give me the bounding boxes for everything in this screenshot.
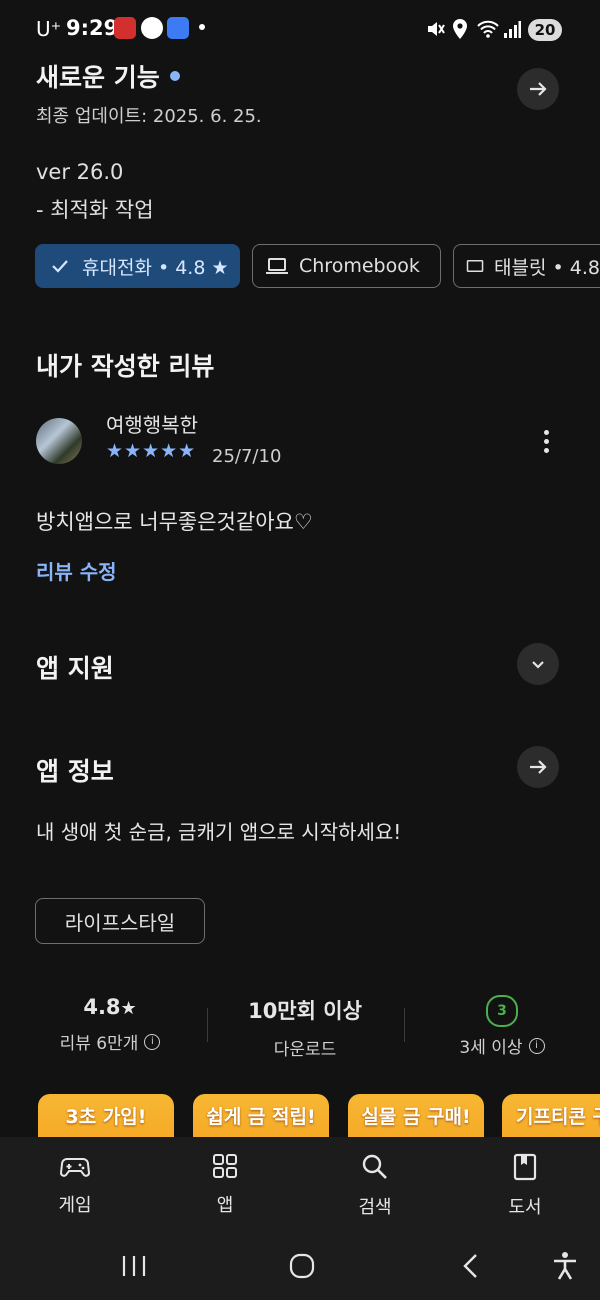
banner-text: 3초 가입!: [65, 1106, 147, 1128]
wifi-icon: [477, 20, 499, 38]
rating-stat: 4.8★ 리뷰 6만개 i: [30, 995, 190, 1054]
location-icon: [453, 19, 467, 39]
laptop-icon: [266, 258, 288, 274]
last-updated: 최종 업데이트: 2025. 6. 25.: [36, 106, 262, 127]
downloads-stat: 10만회 이상 다운로드: [225, 995, 385, 1060]
check-icon: [52, 260, 68, 273]
my-review-title: 내가 작성한 리뷰: [36, 352, 215, 381]
stat-divider: [207, 1008, 208, 1042]
system-navigation-bar: [0, 1236, 600, 1300]
whats-new-arrow-button[interactable]: [517, 68, 559, 110]
app-notification-icon: [141, 17, 163, 39]
banner-text: 기프티콘 구: [516, 1106, 600, 1128]
chevron-down-icon: [532, 661, 544, 669]
stat-divider: [404, 1008, 405, 1042]
nav-books[interactable]: 도서: [465, 1153, 585, 1219]
chip-phone-label: 휴대전화 • 4.8 ★: [82, 256, 229, 279]
status-bar: U⁺ 9:29 20: [0, 0, 600, 60]
banner-text: 실물 금 구매!: [361, 1106, 471, 1128]
more-vert-icon: [543, 438, 549, 444]
app-notification-icon: [114, 17, 136, 39]
chip-tablet[interactable]: 태블릿 • 4.8: [453, 244, 600, 288]
recent-apps-icon[interactable]: [120, 1254, 148, 1278]
carrier-label: U⁺: [36, 17, 62, 41]
banner-text: 쉽게 금 적립!: [206, 1106, 316, 1128]
apps-grid-icon: [213, 1154, 237, 1178]
review-stars: ★★★★★: [106, 440, 197, 462]
more-vert-icon: [543, 447, 549, 453]
book-icon: [513, 1153, 537, 1181]
age-rating-badge-icon: 3: [486, 995, 518, 1027]
more-notifications-dot-icon: [199, 24, 205, 30]
whats-new-section: 새로운 기능 최종 업데이트: 2025. 6. 25. ver 26.0 - …: [36, 58, 262, 224]
app-support-expand-button[interactable]: [517, 643, 559, 685]
review-text: 방치앱으로 너무좋은것같아요♡: [36, 510, 313, 534]
star-icon: ★: [120, 998, 137, 1019]
battery-indicator: 20: [528, 19, 562, 41]
category-chip[interactable]: 라이프스타일: [35, 898, 205, 944]
nav-search[interactable]: 검색: [315, 1153, 435, 1219]
version-text: ver 26.0: [36, 160, 124, 184]
app-support-title[interactable]: 앱 지원: [36, 649, 114, 685]
downloads-label: 다운로드: [273, 1040, 337, 1060]
accessibility-icon[interactable]: [552, 1251, 578, 1281]
more-vert-icon: [543, 429, 549, 435]
downloads-value: 10만회 이상: [248, 999, 362, 1023]
arrow-right-icon: [530, 760, 547, 774]
mute-icon: [428, 22, 445, 36]
app-info-arrow-button[interactable]: [517, 746, 559, 788]
age-rating-label: 3세 이상: [459, 1038, 523, 1058]
search-icon: [362, 1154, 387, 1179]
nav-games[interactable]: 게임: [15, 1155, 135, 1217]
clock: 9:29: [66, 16, 119, 40]
tablet-icon: [466, 259, 484, 273]
review-author: 여행행복한: [106, 413, 198, 437]
nav-books-label: 도서: [508, 1197, 542, 1218]
chip-tablet-label: 태블릿 • 4.8: [494, 256, 600, 279]
app-notification-icon: [167, 17, 189, 39]
signal-icon: [504, 21, 521, 38]
avatar: [36, 418, 82, 464]
gamepad-icon: [59, 1158, 91, 1177]
home-icon[interactable]: [289, 1253, 315, 1279]
arrow-right-icon: [530, 82, 547, 96]
chip-chromebook-label: Chromebook: [299, 255, 420, 277]
app-description: 내 생애 첫 순금, 금캐기 앱으로 시작하세요!: [36, 820, 402, 844]
new-indicator-dot-icon: [169, 71, 180, 81]
nav-search-label: 검색: [358, 1197, 392, 1218]
rating-value: 4.8: [83, 995, 121, 1019]
nav-games-label: 게임: [58, 1195, 92, 1216]
review-date: 25/7/10: [212, 446, 282, 467]
info-icon[interactable]: i: [144, 1033, 161, 1050]
review-more-button[interactable]: [530, 425, 562, 457]
edit-review-link[interactable]: 리뷰 수정: [36, 556, 117, 585]
nav-apps[interactable]: 앱: [165, 1153, 285, 1217]
update-note: - 최적화 작업: [36, 198, 154, 222]
info-icon[interactable]: i: [528, 1037, 545, 1054]
chip-chromebook[interactable]: Chromebook: [252, 244, 441, 288]
chip-phone[interactable]: 휴대전화 • 4.8 ★: [35, 244, 240, 288]
app-info-title: 앱 정보: [36, 757, 114, 786]
nav-apps-label: 앱: [216, 1195, 234, 1216]
whats-new-title: 새로운 기능: [36, 63, 160, 92]
back-icon[interactable]: [460, 1253, 482, 1279]
review-count: 리뷰 6만개: [59, 1034, 139, 1054]
age-rating-stat: 3 3세 이상 i: [422, 995, 582, 1058]
